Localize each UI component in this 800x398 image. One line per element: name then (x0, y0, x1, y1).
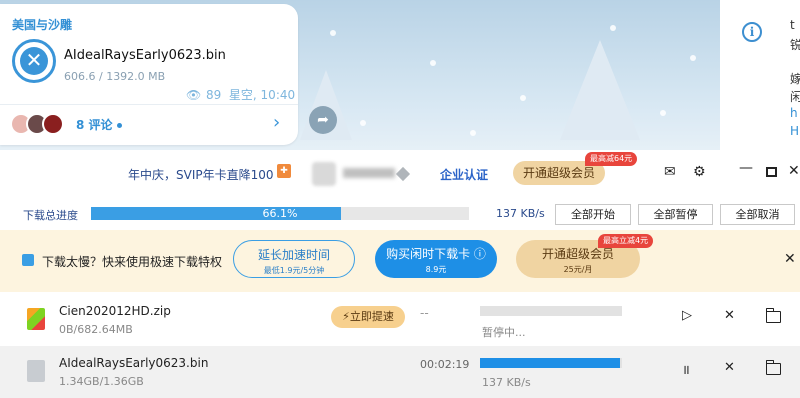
info-panel-text: 嫁 (790, 72, 800, 86)
pause-all-button[interactable]: 全部暂停 (638, 204, 713, 225)
snowflake (610, 25, 616, 31)
speed-promo-banner: 下载太慢？快来使用极速下载特权 延长加速时间 最低1.9元/5分钟 购买闲时下载… (0, 230, 800, 292)
message-bubble: 美国与沙雕 ✕ AIdealRaysEarly0623.bin 606.6 / … (0, 4, 298, 145)
remaining-time: 00:02:19 (420, 358, 470, 371)
user-avatar[interactable] (312, 162, 336, 186)
download-speed: 137 KB/s (482, 376, 531, 389)
snowflake (430, 60, 436, 66)
delete-icon[interactable]: ✕ (724, 308, 735, 323)
snowflake (470, 130, 476, 136)
background-tree (560, 40, 640, 140)
info-icon[interactable]: i (742, 22, 762, 42)
banner-vip-tag: 最高立减4元 (598, 234, 654, 248)
mail-icon[interactable]: ✉ (664, 164, 676, 180)
commenter-avatars (10, 113, 70, 135)
bin-file-icon (27, 360, 45, 382)
vip-discount-tag: 最高减64元 (585, 152, 638, 166)
open-folder-icon[interactable] (765, 308, 781, 323)
share-icon[interactable]: ➦ (309, 106, 337, 134)
promo-link[interactable]: 年中庆，SVIP年卡直降100 (128, 166, 274, 183)
info-icon[interactable]: ⓘ (474, 247, 486, 261)
comments-link[interactable]: 8 评论 (76, 116, 122, 133)
pause-icon[interactable]: ॥ (682, 360, 690, 378)
info-panel (720, 0, 800, 150)
sender-name[interactable]: 美国与沙雕 (12, 16, 72, 33)
download-progress-bar (480, 306, 622, 316)
user-name-blurred[interactable] (343, 168, 395, 178)
banner-vip-price: 25元/月 (563, 265, 593, 274)
info-panel-link[interactable]: H (790, 124, 799, 138)
avatar (42, 113, 64, 135)
diamond-icon (395, 166, 411, 182)
total-progress-label: 下载总进度 (23, 209, 78, 222)
buy-idle-card-price: 8.9元 (425, 265, 447, 274)
close-icon[interactable]: ✕ (788, 163, 800, 179)
download-file-size: 0B/682.64MB (59, 323, 133, 336)
download-row[interactable]: Cien202012HD.zip 0B/682.64MB ⚡立即提速 -- 暂停… (0, 294, 800, 346)
buy-idle-card-title: 购买闲时下载卡 ⓘ (375, 245, 497, 262)
start-all-button[interactable]: 全部开始 (555, 204, 631, 225)
unread-dot (116, 123, 122, 128)
snowflake (660, 110, 666, 116)
open-folder-icon[interactable] (765, 360, 781, 375)
zip-file-icon (27, 308, 45, 330)
info-panel-text: 闲 (790, 90, 800, 104)
enterprise-cert-link[interactable]: 企业认证 (440, 166, 488, 183)
download-file-name: AIdealRaysEarly0623.bin (59, 356, 209, 370)
download-row[interactable]: AIdealRaysEarly0623.bin 1.34GB/1.36GB 00… (0, 346, 800, 398)
banner-close-icon[interactable]: ✕ (784, 251, 796, 267)
file-name: AIdealRaysEarly0623.bin (64, 48, 226, 63)
cancel-all-button[interactable]: 全部取消 (720, 204, 795, 225)
download-progress-bar (480, 358, 622, 368)
total-speed: 137 KB/s (496, 207, 545, 220)
titlebar: 年中庆，SVIP年卡直降100 ✚ 企业认证 开通超级会员 最高减64元 ✉ ⚙… (0, 150, 800, 196)
eye-icon: 👁 (186, 88, 202, 102)
extend-boost-price: 最低1.9元/5分钟 (263, 266, 325, 275)
total-progress-bar: 66.1% (91, 207, 469, 220)
buy-idle-card-label: 购买闲时下载卡 (386, 247, 471, 261)
boost-now-button[interactable]: ⚡立即提速 (331, 306, 405, 328)
extend-boost-button[interactable]: 延长加速时间 最低1.9元/5分钟 (233, 240, 355, 278)
extend-boost-title: 延长加速时间 (257, 248, 330, 262)
chevron-right-icon[interactable]: › (273, 112, 280, 133)
total-progress-row: 下载总进度 66.1% 137 KB/s 全部开始 全部暂停 全部取消 (0, 202, 800, 226)
remaining-time: -- (420, 306, 429, 320)
snowflake (690, 55, 696, 61)
snowflake (330, 30, 336, 36)
comments-label: 8 评论 (76, 118, 113, 132)
banner-text: 下载太慢？快来使用极速下载特权 (42, 255, 223, 269)
download-speed-icon (22, 254, 34, 266)
cancel-download-icon[interactable]: ✕ (20, 47, 48, 75)
settings-icon[interactable]: ⚙ (693, 164, 706, 180)
download-status: 暂停中... (482, 326, 526, 339)
resume-icon[interactable]: ▷ (682, 308, 692, 323)
download-progress-fill (480, 358, 620, 368)
info-panel-text: t (790, 18, 795, 32)
delete-icon[interactable]: ✕ (724, 360, 735, 375)
divider (0, 104, 298, 105)
file-download-ring[interactable]: ✕ (12, 39, 56, 83)
message-meta: 89 星空, 10:40 (206, 86, 295, 103)
total-progress-percent: 66.1% (262, 207, 298, 220)
buy-idle-card-button[interactable]: 购买闲时下载卡 ⓘ 8.9元 (375, 240, 497, 278)
info-panel-link[interactable]: h (790, 106, 798, 120)
minimize-icon[interactable]: — (739, 160, 753, 176)
download-file-name: Cien202012HD.zip (59, 304, 171, 318)
file-progress: 606.6 / 1392.0 MB (64, 70, 166, 83)
author-time: 星空, 10:40 (228, 88, 296, 102)
snowflake (520, 95, 526, 101)
view-count: 89 (206, 88, 222, 102)
boost-now-label: 立即提速 (349, 310, 394, 323)
maximize-icon[interactable] (766, 167, 777, 177)
snowflake (360, 120, 366, 126)
download-file-size: 1.34GB/1.36GB (59, 375, 144, 388)
gift-icon[interactable]: ✚ (277, 164, 291, 178)
download-manager-window: 年中庆，SVIP年卡直降100 ✚ 企业认证 开通超级会员 最高减64元 ✉ ⚙… (0, 150, 800, 398)
info-panel-text: 锐 (790, 38, 800, 52)
